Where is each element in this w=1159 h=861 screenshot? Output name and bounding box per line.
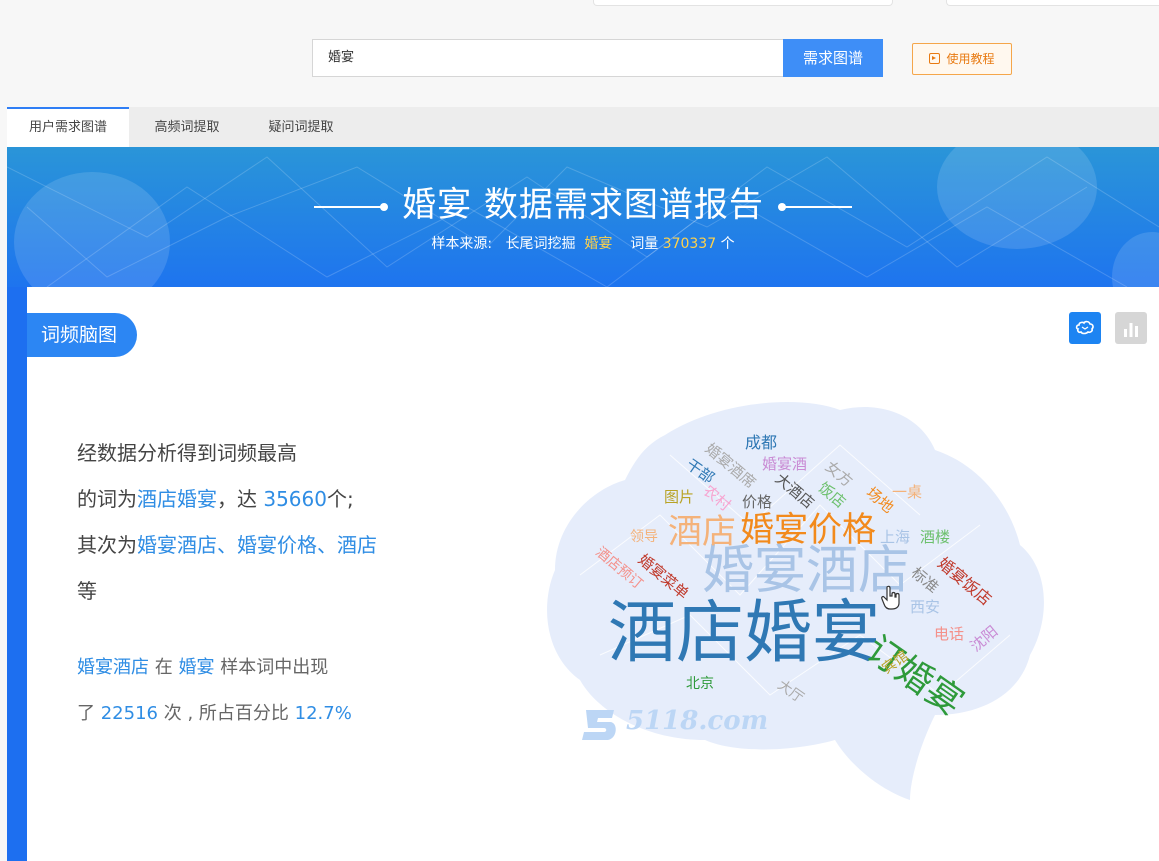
section-title: 词频脑图 — [27, 313, 137, 357]
cloud-word-4: 酒店 — [668, 512, 736, 552]
summary-text-fragment: ，达 — [217, 487, 257, 511]
top-count: 35660 — [263, 487, 327, 511]
cloud-word-19: 上海 — [880, 528, 911, 546]
detail-percent: 12.7% — [294, 703, 352, 724]
tab-high-frequency-words[interactable]: 高频词提取 — [137, 107, 237, 147]
cloud-word-3: 婚宴价格 — [740, 510, 876, 550]
next-words: 婚宴酒店、婚宴价格、酒店 — [137, 533, 377, 557]
cloud-word-1: 酒店婚宴 — [608, 594, 881, 673]
detail-keyword: 婚宴 — [178, 657, 215, 678]
summary-line-3: 其次为婚宴酒店、婚宴价格、酒店 — [77, 522, 477, 568]
summary-line-2: 的词为酒店婚宴，达 35660个; — [77, 476, 477, 522]
cloud-word-18: 领导 — [630, 529, 658, 545]
summary-text-fragment: 其次为 — [77, 533, 137, 557]
cloud-word-25: 西安 — [910, 598, 941, 616]
tab-user-demand-map[interactable]: 用户需求图谱 — [7, 107, 129, 147]
report-banner: 婚宴 数据需求图谱报告 样本来源: 长尾词挖掘 婚宴 词量 370337 个 — [7, 147, 1159, 287]
summary-text-fragment: 的词为 — [77, 487, 137, 511]
detail-line-2: 了 22516 次 , 所占百分比 12.7% — [77, 691, 477, 737]
cloud-word-14: 一桌 — [892, 483, 923, 501]
report-subtitle: 样本来源: 长尾词挖掘 婚宴 词量 370337 个 — [7, 233, 1159, 253]
page: 婚宴 需求图谱 使用教程 用户需求图谱 高频词提取 疑问词提取 婚宴 数据需求图… — [0, 0, 1159, 861]
detail-times: 22516 — [100, 703, 158, 724]
cloud-word-29: 北京 — [686, 676, 714, 692]
watermark-logo: 5118.com — [580, 700, 790, 748]
sample-keyword: 婚宴 — [584, 236, 613, 252]
hand-cursor-icon — [881, 585, 900, 610]
summary-text-fragment: 个; — [326, 487, 354, 511]
watermark-text: 5118.com — [626, 706, 769, 736]
cloud-word-17: 价格 — [742, 493, 773, 511]
detail-line-1: 婚宴酒店 在 婚宴 样本词中出现 — [77, 645, 477, 691]
detail-word: 婚宴酒店 — [77, 657, 149, 678]
summary-line-1: 经数据分析得到词频最高 — [77, 441, 297, 465]
tutorial-button[interactable]: 使用教程 — [912, 43, 1012, 75]
tab-question-words[interactable]: 疑问词提取 — [251, 107, 351, 147]
top-input-stub[interactable] — [593, 0, 893, 6]
search-input[interactable]: 婚宴 — [312, 39, 784, 77]
report-title-text: 婚宴 数据需求图谱报告 — [402, 185, 764, 225]
play-icon — [929, 53, 941, 64]
brain-view-icon[interactable] — [1069, 312, 1101, 344]
detail-text-fragment: 在 — [154, 657, 173, 678]
detail-text-fragment: 次 , 所占百分比 — [163, 703, 289, 724]
summary-line-4: 等 — [77, 579, 97, 603]
word-count-unit: 个 — [720, 236, 735, 252]
title-decor-right — [777, 202, 852, 211]
cloud-word-15: 图片 — [664, 488, 695, 506]
word-count: 370337 — [662, 236, 717, 252]
cloud-word-20: 酒楼 — [920, 528, 951, 546]
tutorial-label: 使用教程 — [946, 52, 995, 66]
tab-bar: 用户需求图谱 高频词提取 疑问词提取 — [7, 107, 1159, 147]
detail-text-fragment: 了 — [77, 703, 95, 724]
bar-chart-icon[interactable] — [1115, 312, 1147, 344]
word-cloud: 酒店婚宴 婚宴酒店 婚宴价格 酒店 订婚宴 成都 婚宴酒 干部 婚宴酒席 大酒店… — [540, 395, 1060, 815]
cloud-word-2: 婚宴酒店 — [702, 541, 911, 601]
detail-text: 婚宴酒店 在 婚宴 样本词中出现 了 22516 次 , 所占百分比 12.7% — [77, 645, 477, 737]
search-button[interactable]: 需求图谱 — [783, 39, 883, 77]
sample-source: 长尾词挖掘 — [505, 236, 576, 252]
summary-text: 经数据分析得到词频最高 的词为酒店婚宴，达 35660个; 其次为婚宴酒店、婚宴… — [77, 430, 477, 614]
cloud-word-26: 电话 — [934, 625, 965, 643]
report-title: 婚宴 数据需求图谱报告 — [7, 177, 1159, 226]
top-word: 酒店婚宴 — [137, 487, 217, 511]
top-input-stub-2[interactable] — [946, 0, 1159, 6]
detail-text-fragment: 样本词中出现 — [220, 657, 329, 678]
cloud-word-6: 成都 — [745, 433, 778, 452]
sample-source-label: 样本来源: — [431, 236, 493, 252]
word-count-label: 词量 — [630, 236, 659, 252]
title-decor-left — [314, 202, 389, 211]
left-accent-bar — [7, 287, 27, 861]
